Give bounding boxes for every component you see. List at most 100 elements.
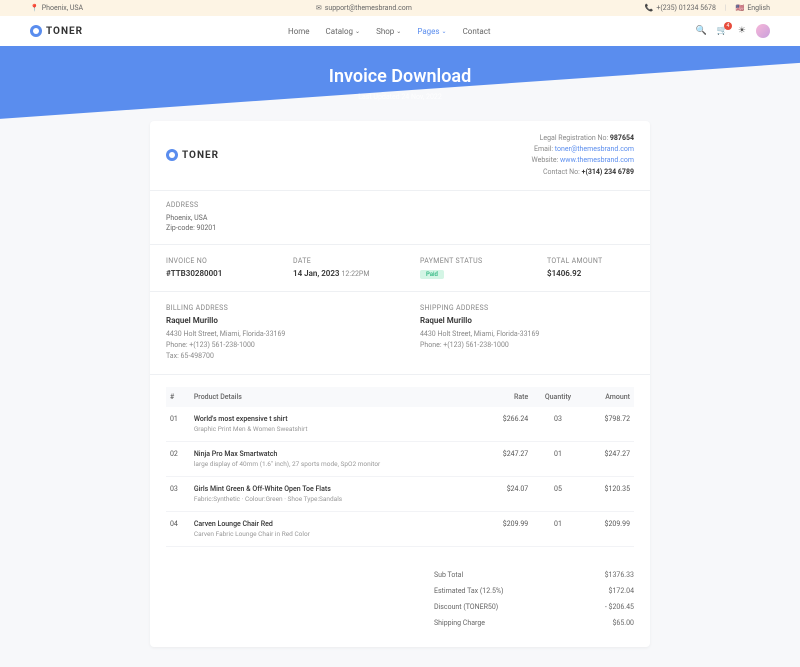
billing-tax: Tax: 65-498700 [166, 351, 380, 362]
topbar-location: 📍 Phoenix, USA [30, 4, 83, 12]
table-row: 01 World's most expensive t shirtGraphic… [166, 407, 634, 442]
logo-icon [166, 149, 178, 161]
contact-label: Contact No: [543, 168, 580, 176]
billing-label: BILLING ADDRESS [166, 304, 380, 312]
subtotal-label: Sub Total [434, 571, 534, 579]
brand-logo[interactable]: TONER [30, 25, 83, 37]
page-subtitle: Last Updated 24 Nov, 2022 [0, 93, 800, 101]
row-num: 03 [166, 477, 190, 512]
phone-text: +(235) 01234 5678 [656, 4, 716, 12]
billing-street: 4430 Holt Street, Miami, Florida-33169 [166, 329, 380, 340]
total-value: $1406.92 [547, 269, 634, 278]
reg-label: Legal Registration No: [540, 134, 609, 142]
chevron-down-icon: ⌄ [396, 28, 401, 35]
row-amount: $247.27 [584, 442, 634, 477]
col-qty: Quantity [532, 387, 583, 407]
chevron-down-icon: ⌄ [442, 28, 447, 35]
brand-text: TONER [182, 150, 219, 161]
discount-value: - $206.45 [574, 603, 634, 611]
cart-badge: 4 [724, 22, 732, 30]
row-qty: 01 [532, 512, 583, 547]
invoice-no-value: #TTB30280001 [166, 269, 253, 278]
row-amount: $798.72 [584, 407, 634, 442]
row-rate: $266.24 [482, 407, 532, 442]
shipping-label: SHIPPING ADDRESS [420, 304, 634, 312]
row-rate: $247.27 [482, 442, 532, 477]
search-icon[interactable]: 🔍 [695, 26, 706, 36]
row-amount: $209.99 [584, 512, 634, 547]
nav-catalog[interactable]: Catalog ⌄ [326, 27, 361, 36]
shipping-name: Raquel Murillo [420, 316, 634, 325]
cart-button[interactable]: 🛒4 [717, 26, 728, 36]
subtotal-value: $1376.33 [574, 571, 634, 579]
shipping-label: Shipping Charge [434, 619, 534, 627]
nav-home[interactable]: Home [288, 27, 310, 36]
legal-info: Legal Registration No: 987654 Email: ton… [532, 133, 634, 178]
billing-phone: Phone: +(123) 561-238-1000 [166, 340, 380, 351]
phone-icon: 📞 [645, 4, 654, 12]
date-label: DATE [293, 257, 380, 265]
email-text: support@themesbrand.com [325, 4, 412, 12]
discount-label: Discount (TONER50) [434, 603, 534, 611]
row-details: Ninja Pro Max Smartwatchlarge display of… [190, 442, 482, 477]
location-icon: 📍 [30, 4, 39, 12]
status-label: PAYMENT STATUS [420, 257, 507, 265]
row-rate: $209.99 [482, 512, 532, 547]
logo-icon [30, 25, 42, 37]
company-address: ADDRESS Phoenix, USA Zip-code: 90201 [150, 191, 650, 245]
shipping-street: 4430 Holt Street, Miami, Florida-33169 [420, 329, 634, 340]
row-qty: 01 [532, 442, 583, 477]
date-value: 14 Jan, 2023 [293, 269, 340, 278]
nav-menu: Home Catalog ⌄ Shop ⌄ Pages ⌄ Contact [288, 27, 491, 36]
location-text: Phoenix, USA [42, 4, 83, 12]
legal-email-link[interactable]: toner@themesbrand.com [555, 145, 634, 153]
row-num: 01 [166, 407, 190, 442]
row-qty: 05 [532, 477, 583, 512]
nav-contact[interactable]: Contact [463, 27, 491, 36]
billing-name: Raquel Murillo [166, 316, 380, 325]
row-num: 02 [166, 442, 190, 477]
address-label: ADDRESS [166, 201, 634, 209]
table-row: 03 Girls Mint Green & Off-White Open Toe… [166, 477, 634, 512]
row-details: Girls Mint Green & Off-White Open Toe Fl… [190, 477, 482, 512]
address-line2: Zip-code: 90201 [166, 223, 634, 234]
contact-value: +(314) 234 6789 [582, 168, 634, 176]
table-row: 04 Carven Lounge Chair RedCarven Fabric … [166, 512, 634, 547]
theme-toggle-icon[interactable]: ☀ [738, 26, 746, 36]
language-selector[interactable]: English [747, 4, 770, 12]
date-time: 12:22PM [342, 270, 370, 278]
email-icon: ✉ [316, 4, 322, 12]
topbar: 📍 Phoenix, USA ✉ support@themesbrand.com… [0, 0, 800, 16]
avatar[interactable] [756, 24, 770, 38]
row-qty: 03 [532, 407, 583, 442]
tax-label: Estimated Tax (12.5%) [434, 587, 534, 595]
invoice-logo: TONER [166, 133, 219, 178]
divider: | [725, 4, 727, 12]
tax-value: $172.04 [574, 587, 634, 595]
address-line1: Phoenix, USA [166, 213, 634, 224]
legal-website-link[interactable]: www.themesbrand.com [560, 156, 634, 164]
invoice-no-label: INVOICE NO [166, 257, 253, 265]
flag-icon: 🇺🇸 [736, 4, 745, 12]
reg-value: 987654 [610, 134, 634, 142]
website-label: Website: [532, 156, 559, 164]
table-row: 02 Ninja Pro Max Smartwatchlarge display… [166, 442, 634, 477]
page-title: Invoice Download [0, 66, 800, 87]
nav-icons: 🔍 🛒4 ☀ [695, 24, 770, 38]
col-num: # [166, 387, 190, 407]
brand-text: TONER [46, 26, 83, 37]
products-table: # Product Details Rate Quantity Amount 0… [150, 375, 650, 559]
email-label: Email: [534, 145, 553, 153]
status-badge: Paid [420, 270, 444, 279]
topbar-email[interactable]: ✉ support@themesbrand.com [316, 4, 412, 12]
totals: Sub Total $1376.33 Estimated Tax (12.5%) $… [150, 559, 650, 647]
nav-shop[interactable]: Shop ⌄ [376, 27, 401, 36]
nav-pages[interactable]: Pages ⌄ [417, 27, 446, 36]
row-amount: $120.35 [584, 477, 634, 512]
invoice-card: TONER Legal Registration No: 987654 Emai… [150, 121, 650, 647]
navbar: TONER Home Catalog ⌄ Shop ⌄ Pages ⌄ Cont… [0, 16, 800, 46]
row-details: Carven Lounge Chair RedCarven Fabric Lou… [190, 512, 482, 547]
shipping-phone: Phone: +(123) 561-238-1000 [420, 340, 634, 351]
total-label: TOTAL AMOUNT [547, 257, 634, 265]
row-num: 04 [166, 512, 190, 547]
